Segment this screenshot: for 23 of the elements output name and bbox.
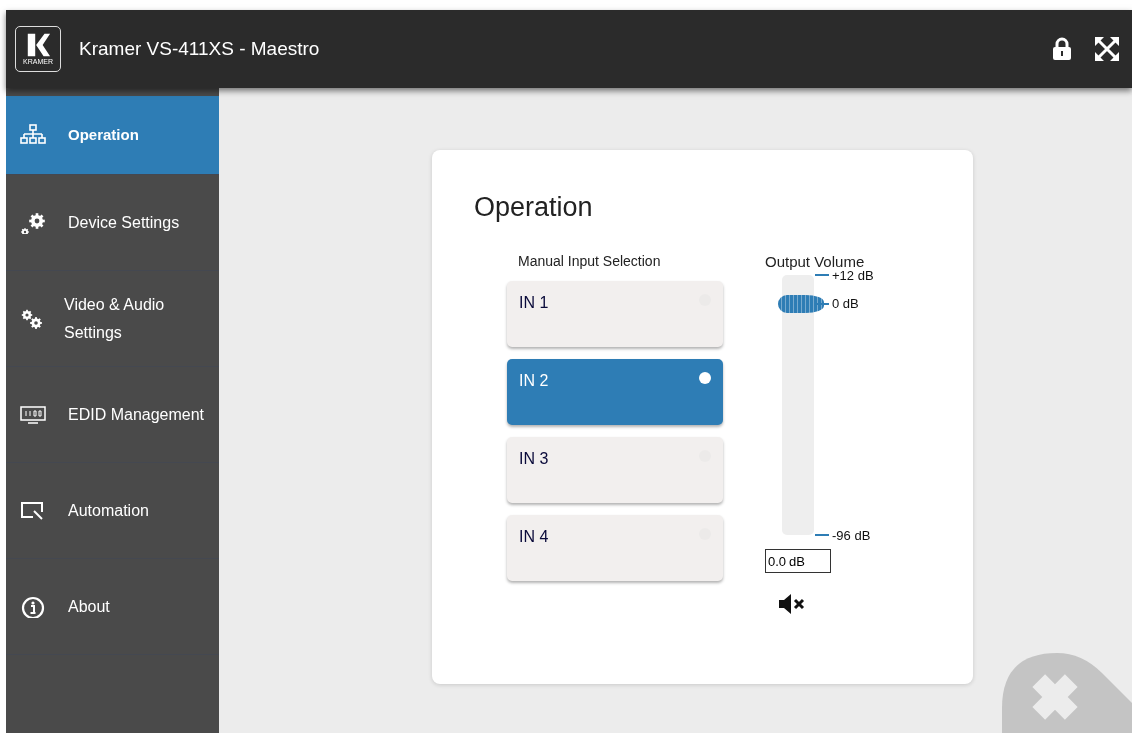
input-button[interactable]: IN 1	[507, 281, 723, 347]
page-heading: Operation	[474, 192, 594, 223]
expand-icon[interactable]	[1094, 36, 1120, 62]
gears-icon	[20, 211, 46, 234]
scale-label: +12 dB	[815, 267, 874, 283]
unit-label: dB	[789, 554, 805, 569]
sidebar-item[interactable]: Operation	[6, 96, 219, 175]
scale-label: 0 dB	[815, 295, 859, 312]
scale-label: -96 dB	[815, 527, 871, 543]
section-label: Output Volume	[765, 253, 866, 270]
slider-thumb[interactable]	[778, 294, 824, 313]
screen-cursor-icon	[20, 499, 46, 522]
network-icon	[20, 124, 46, 146]
app-title: Kramer VS-411XS - Maestro	[79, 38, 321, 60]
info-icon	[20, 595, 46, 618]
mute-icon[interactable]	[778, 593, 806, 615]
lock-icon[interactable]	[1052, 37, 1072, 61]
monitor-icon	[20, 403, 46, 426]
input-button[interactable]: IN 3	[507, 437, 723, 503]
input-button[interactable]: IN 4	[507, 515, 723, 581]
section-label: Manual Input Selection	[518, 253, 662, 269]
volume-slider[interactable]	[778, 275, 824, 535]
input-button[interactable]: IN 2	[507, 359, 723, 425]
